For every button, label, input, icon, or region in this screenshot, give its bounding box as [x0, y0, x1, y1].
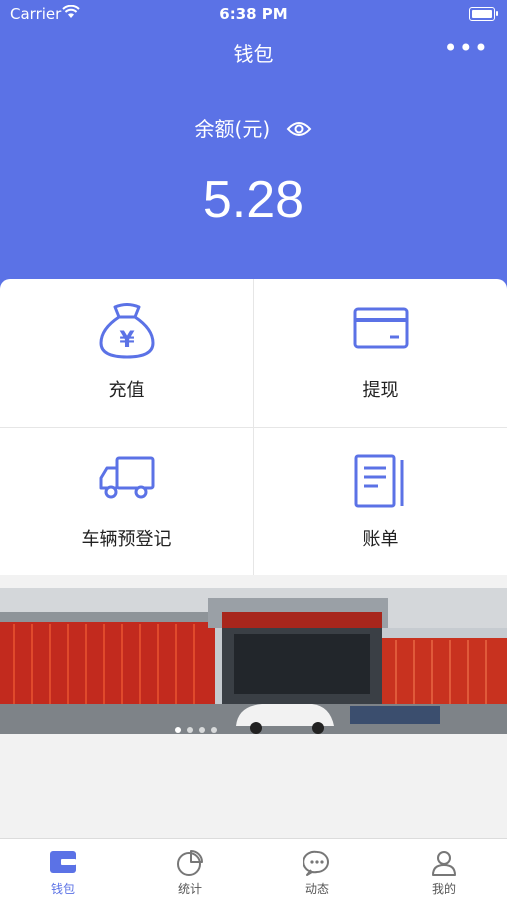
recharge-button[interactable]: ¥ 充值 [0, 279, 253, 427]
balance-label: 余额(元) [194, 117, 271, 141]
more-button[interactable]: ••• [444, 36, 489, 60]
status-time: 6:38 PM [219, 5, 288, 23]
pie-chart-icon [176, 849, 204, 881]
balance-label-row: 余额(元) [0, 113, 507, 143]
carousel-dot[interactable] [187, 727, 193, 733]
truck-icon [97, 452, 157, 506]
tab-wallet-label: 钱包 [50, 882, 75, 896]
banner-image [0, 588, 507, 734]
carousel-dot[interactable] [175, 727, 181, 733]
tab-mine-label: 我的 [431, 882, 456, 896]
bill-icon [352, 452, 410, 514]
balance-amount: 5.28 [202, 171, 305, 229]
eye-icon[interactable] [286, 119, 312, 143]
wallet-icon [49, 849, 77, 879]
carousel-dot[interactable] [211, 727, 217, 733]
vehicle-preregister-label: 车辆预登记 [81, 529, 172, 550]
tab-statistics[interactable]: 统计 [127, 839, 253, 901]
tab-activity[interactable]: 动态 [254, 839, 380, 901]
withdraw-button[interactable]: 提现 [254, 279, 507, 427]
bill-label: 账单 [362, 529, 399, 550]
page-title: 钱包 [233, 42, 274, 66]
withdraw-label: 提现 [362, 380, 399, 401]
tab-bar: 钱包 统计 动态 我的 [0, 838, 507, 901]
recharge-label: 充值 [108, 380, 145, 401]
tab-mine[interactable]: 我的 [381, 839, 507, 901]
user-icon [430, 849, 458, 881]
card-icon [352, 303, 410, 355]
tab-activity-label: 动态 [304, 882, 329, 896]
bill-button[interactable]: 账单 [254, 428, 507, 576]
banner-carousel[interactable] [0, 588, 507, 734]
chat-icon [302, 849, 331, 881]
carousel-dots [175, 718, 223, 737]
tab-statistics-label: 统计 [177, 882, 202, 896]
vehicle-preregister-button[interactable]: 车辆预登记 [0, 428, 253, 576]
tab-wallet[interactable]: 钱包 [0, 839, 126, 901]
money-bag-icon: ¥ [97, 303, 157, 365]
wallet-header: Carrier 6:38 PM 钱包 ••• 余额(元) 5.28 [0, 0, 507, 300]
status-bar: Carrier 6:38 PM [0, 0, 507, 28]
svg-text:¥: ¥ [119, 328, 135, 353]
carousel-dot[interactable] [199, 727, 205, 733]
grid-divider-horizontal [0, 427, 507, 428]
action-grid: ¥ 充值 提现 车辆预登记 账单 [0, 279, 507, 575]
battery-icon [469, 7, 498, 21]
